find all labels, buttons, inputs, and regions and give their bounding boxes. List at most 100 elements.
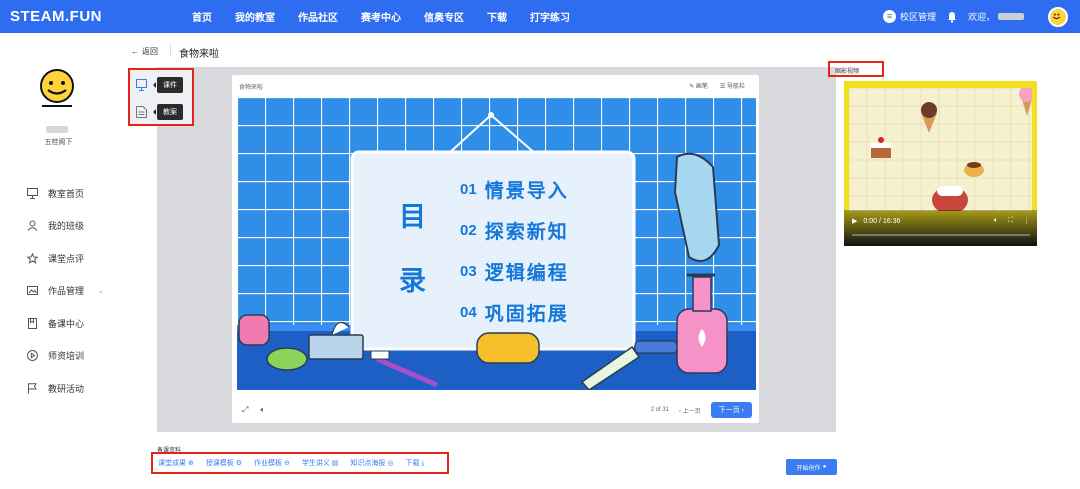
lesson-plan-tool[interactable]: 教案: [136, 104, 183, 120]
volume-icon[interactable]: 🔈︎: [994, 217, 998, 225]
sidebar-item-works-manage[interactable]: 作品管理 ⌄: [27, 275, 104, 308]
sidebar-item-lesson-prep[interactable]: 备课中心: [27, 307, 104, 340]
resource-link-label: 下载: [405, 460, 420, 467]
sidebar-item-label: 教研活动: [48, 383, 85, 394]
slide-canvas[interactable]: 目 录 01 情景导入 02 探索新知 03 逻辑编程 04 巩固拓展: [237, 97, 756, 390]
prev-label: 上一页: [682, 408, 701, 415]
image-icon: [27, 286, 38, 296]
video-label: 缩影视频: [835, 69, 860, 75]
video-progress-bar[interactable]: [852, 234, 1030, 236]
book-icon: [28, 317, 37, 329]
fullscreen-icon[interactable]: ⤢: [242, 405, 248, 415]
courseware-tooltip: 课件: [153, 77, 183, 93]
slide-toc-title: 目 录: [399, 185, 426, 313]
video-frame: [849, 88, 1032, 211]
toc-char-1: 目: [399, 202, 426, 232]
more-options-icon[interactable]: ⋮: [1023, 217, 1030, 225]
resource-link-teaching-template[interactable]: 授课模板 ⚙: [206, 458, 242, 468]
arrow-left-icon: ←: [131, 47, 139, 56]
monitor-icon: [27, 187, 38, 199]
play-circle-icon: ●: [822, 464, 827, 470]
chevron-down-icon: ⌄: [98, 287, 104, 295]
video-thumbnail: [849, 88, 1032, 211]
player-footer-right: 2 of 31 ‹ 上一页 下一页 ›: [651, 402, 752, 418]
nav-item-my-classroom[interactable]: 我的教室: [235, 9, 275, 24]
sidebar-item-my-class[interactable]: 我的班级: [27, 210, 104, 243]
volume-icon[interactable]: 🔈︎: [260, 405, 265, 415]
player-toolbar: ✎ 画笔 ☰ 导航栏: [689, 81, 745, 90]
page-title: 食物来啦: [179, 49, 219, 60]
side-tools-panel: 课件 教案: [128, 68, 194, 126]
toc-item-num: 04: [460, 304, 477, 321]
sidebar-menu: 教室首页 我的班级 课堂点评 作品管理 ⌄ 备课中心 师资培训 教研活动: [27, 177, 104, 405]
toc-char-2: 录: [399, 266, 426, 296]
back-button[interactable]: ← 返回: [131, 46, 158, 57]
nav-item-community[interactable]: 作品社区: [298, 9, 338, 24]
logo[interactable]: STEAM.FUN: [10, 8, 102, 25]
campus-manage-button[interactable]: ≡ 校区管理: [882, 10, 936, 23]
resource-link-label: 课堂成果: [158, 460, 186, 467]
nav-item-olympiad[interactable]: 信奥专区: [424, 9, 464, 24]
top-bar: STEAM.FUN 首页 我的教室 作品社区 赛考中心 信奥专区 下载 打字练习…: [0, 0, 1080, 33]
avatar[interactable]: [1048, 6, 1068, 27]
toc-item-num: 02: [460, 222, 477, 239]
welcome-label: 欢迎，: [967, 12, 995, 22]
back-label: 返回: [142, 47, 158, 56]
pen-icon: ✎: [689, 84, 696, 90]
sidebar-item-label: 备课中心: [48, 318, 85, 329]
sidebar-item-label: 教室首页: [48, 188, 85, 199]
sidebar-item-class-review[interactable]: 课堂点评: [27, 242, 104, 275]
courseware-icon: [136, 79, 147, 91]
toc-item-text: 巩固拓展: [484, 304, 569, 325]
list-icon: ☰: [719, 84, 727, 90]
sidebar-item-label: 作品管理: [48, 286, 85, 297]
toc-item-text: 探索新知: [484, 222, 569, 243]
toc-item-num: 03: [460, 263, 477, 280]
user-name-redacted: [46, 126, 68, 133]
document-icon: [136, 106, 147, 118]
nav-bar-button[interactable]: ☰ 导航栏: [720, 81, 745, 90]
flag-icon: [28, 383, 37, 394]
courseware-tool[interactable]: 课件: [136, 77, 183, 93]
nav-item-typing[interactable]: 打字练习: [530, 9, 570, 24]
fullscreen-icon[interactable]: ⛶: [1008, 217, 1013, 225]
next-page-button[interactable]: 下一页 ›: [710, 402, 752, 418]
video-player[interactable]: ▶ 0:00 / 16:36 🔈︎ ⛶ ⋮: [844, 81, 1037, 246]
play-icon[interactable]: ▶: [852, 217, 857, 225]
annotate-button[interactable]: ✎ 画笔: [689, 81, 708, 90]
prev-page-button[interactable]: ‹ 上一页: [679, 406, 701, 415]
lesson-plan-tooltip: 教案: [153, 104, 183, 120]
start-creating-button[interactable]: 开始创作 ●: [786, 459, 837, 475]
slide-player: 食物来啦 ✎ 画笔 ☰ 导航栏 目 录 01 情景导入 02 探索新知 03 逻…: [232, 75, 759, 423]
sidebar-item-research[interactable]: 教研活动: [27, 372, 104, 405]
sidebar-item-classroom-home[interactable]: 教室首页: [27, 177, 104, 210]
resource-link-label: 学生讲义: [301, 460, 330, 467]
divider: [170, 44, 171, 56]
toc-item: 01 情景导入: [460, 169, 569, 210]
video-controls: ▶ 0:00 / 16:36 🔈︎ ⛶ ⋮: [844, 210, 1037, 246]
slide-toc-list: 01 情景导入 02 探索新知 03 逻辑编程 04 巩固拓展: [460, 169, 569, 333]
next-label: 下一页: [718, 407, 740, 414]
toc-item: 03 逻辑编程: [460, 251, 569, 292]
bell-icon[interactable]: [946, 11, 958, 23]
resource-link-download[interactable]: 下载 ⤓: [405, 458, 424, 468]
sidebar: 五桂阁下 教室首页 我的班级 课堂点评 作品管理 ⌄ 备课中心 师资培训 教研活…: [0, 33, 117, 489]
welcome-text: 欢迎，: [968, 10, 1024, 23]
nav-bar-label: 导航栏: [726, 84, 745, 90]
star-icon: [27, 252, 38, 264]
campus-icon: ≡: [882, 10, 896, 23]
toc-item-num: 01: [460, 181, 477, 198]
smiley-avatar-icon: [1052, 13, 1061, 19]
resource-link-class-results[interactable]: 课堂成果 ⊕: [158, 458, 194, 468]
resource-link-knowledge-poster[interactable]: 知识点海报 ◎: [350, 458, 393, 468]
nav-item-home[interactable]: 首页: [192, 9, 212, 24]
play-circle-icon: [27, 350, 38, 362]
presentation-stage: 食物来啦 ✎ 画笔 ☰ 导航栏 目 录 01 情景导入 02 探索新知 03 逻…: [157, 67, 836, 432]
top-right: ≡ 校区管理 欢迎，: [882, 0, 1068, 33]
sidebar-item-teacher-training[interactable]: 师资培训: [27, 340, 104, 373]
sidebar-item-label: 我的班级: [48, 221, 85, 232]
resource-link-student-notes[interactable]: 学生讲义 ▤: [302, 458, 339, 468]
nav-item-download[interactable]: 下载: [487, 9, 507, 24]
nav-item-competition[interactable]: 赛考中心: [361, 9, 401, 24]
resource-link-homework-template[interactable]: 作业模板 ⊖: [254, 458, 290, 468]
